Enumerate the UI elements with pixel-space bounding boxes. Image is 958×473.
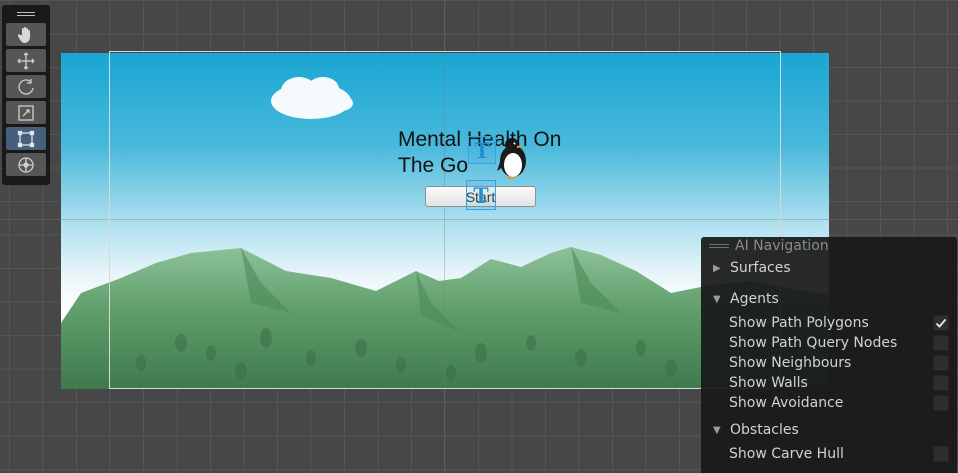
option-label: Show Walls [729,375,808,391]
option-row: Show Carve Hull [729,445,949,463]
move-tool-button[interactable] [6,49,46,72]
horizontal-guide [0,219,958,220]
rect-tool-button[interactable] [6,127,46,150]
panel-header[interactable]: AI Navigation [701,237,957,255]
drag-handle-icon[interactable] [6,9,46,19]
option-row: Show Avoidance [729,394,949,412]
chevron-down-icon: ▼ [713,293,721,305]
option-label: Show Neighbours [729,355,852,371]
section-label: Agents [730,291,779,307]
show-carve-hull-checkbox[interactable] [933,446,949,462]
drag-handle-icon[interactable] [709,244,729,248]
section-label: Obstacles [730,422,799,438]
rotate-tool-button[interactable] [6,75,46,98]
transform-icon [18,156,34,173]
surfaces-foldout[interactable]: ▶ Surfaces [713,259,791,277]
panel-title: AI Navigation [735,238,829,254]
scene-tools-overlay [2,5,50,185]
show-path-query-nodes-checkbox[interactable] [933,335,949,351]
chevron-down-icon: ▼ [713,424,721,436]
move-icon [17,52,35,69]
option-row: Show Neighbours [729,354,949,372]
chevron-right-icon: ▶ [713,262,721,274]
rect-transform-icon [17,130,35,147]
option-label: Show Carve Hull [729,446,844,462]
option-label: Show Avoidance [729,395,844,411]
vertical-guide [444,0,445,473]
rotate-icon [18,78,34,95]
option-row: Show Path Polygons [729,314,949,332]
section-label: Surfaces [730,260,791,276]
option-row: Show Walls [729,374,949,392]
obstacles-foldout[interactable]: ▼ Obstacles [713,421,799,439]
show-walls-checkbox[interactable] [933,375,949,391]
show-neighbours-checkbox[interactable] [933,355,949,371]
text-gizmo-icon[interactable]: T [466,180,496,210]
hand-icon [17,26,30,43]
option-label: Show Path Polygons [729,315,869,331]
cloud [271,77,353,119]
view-tool-button[interactable] [6,23,46,46]
checkmark-icon [935,318,947,328]
scale-icon [18,104,34,121]
text-gizmo-icon[interactable]: T [468,136,496,164]
option-row: Show Path Query Nodes [729,334,949,352]
option-label: Show Path Query Nodes [729,335,898,351]
agents-foldout[interactable]: ▼ Agents [713,290,779,308]
ai-navigation-overlay: AI Navigation ▶ Surfaces ▼ Agents Show P… [701,237,957,473]
transform-tool-button[interactable] [6,153,46,176]
show-path-polygons-checkbox[interactable] [933,315,949,331]
scale-tool-button[interactable] [6,101,46,124]
show-avoidance-checkbox[interactable] [933,395,949,411]
